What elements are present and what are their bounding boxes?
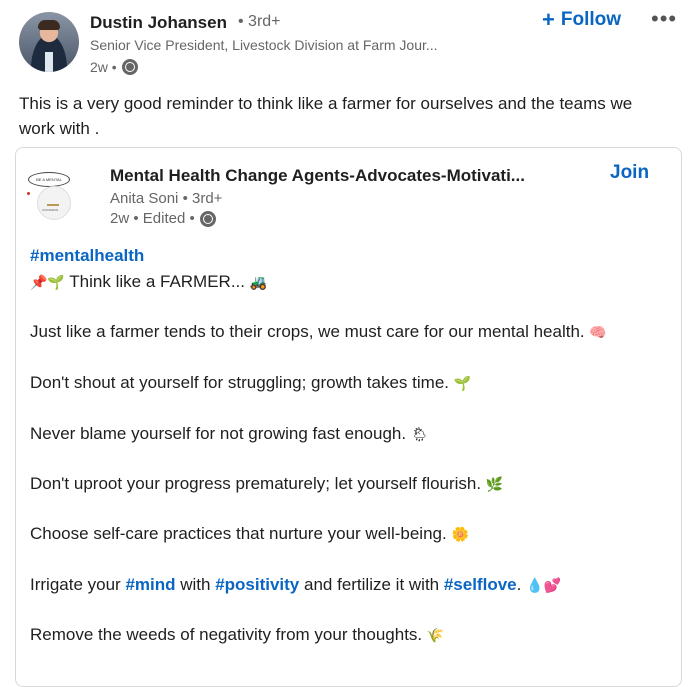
logo-speech-bubble: BE A MENTAL HEALTH bbox=[28, 172, 70, 195]
connection-degree: • 3rd+ bbox=[238, 13, 281, 30]
weather-emoji: 🌦 bbox=[410, 427, 429, 443]
hashtag-mind[interactable]: #mind bbox=[125, 575, 175, 594]
body-line-1-text: Think like a FARMER... bbox=[69, 272, 246, 291]
post-meta: 2w • bbox=[90, 59, 138, 75]
body-line-2: Just like a farmer tends to their crops,… bbox=[30, 322, 607, 342]
body-line-8-text: Remove the weeds of negativity from your… bbox=[30, 625, 423, 644]
author-headline: Senior Vice President, Livestock Divisio… bbox=[90, 37, 438, 53]
hashtag-selflove[interactable]: #selflove bbox=[444, 575, 517, 594]
avatar-hair bbox=[38, 20, 60, 30]
wheat-emoji: 🌾 bbox=[426, 628, 445, 644]
shared-meta: 2w • Edited • bbox=[110, 210, 216, 227]
body-line-7-a: Irrigate your bbox=[30, 575, 126, 594]
group-logo[interactable]: BE A MENTAL HEALTH COGNIZON bbox=[27, 172, 73, 220]
body-line-1: 📌🌱 Think like a FARMER... 🚜 bbox=[30, 272, 267, 292]
group-title[interactable]: Mental Health Change Agents-Advocates-Mo… bbox=[110, 166, 525, 186]
body-line-3: Don't shout at yourself for struggling; … bbox=[30, 373, 471, 393]
post-text: This is a very good reminder to think li… bbox=[19, 94, 633, 138]
brain-emoji: 🧠 bbox=[589, 325, 607, 341]
author-avatar[interactable] bbox=[19, 12, 79, 72]
body-line-7-b: with bbox=[175, 575, 216, 594]
follow-label: Follow bbox=[560, 9, 622, 30]
book-icon bbox=[47, 196, 59, 206]
shared-author-degree: • 3rd+ bbox=[182, 190, 223, 207]
body-line-4-text: Never blame yourself for not growing fas… bbox=[30, 424, 407, 443]
hashtag-positivity[interactable]: #positivity bbox=[215, 575, 299, 594]
shared-post-card bbox=[15, 147, 682, 687]
body-line-4: Never blame yourself for not growing fas… bbox=[30, 424, 429, 444]
body-line-7-c: and fertilize it with bbox=[299, 575, 444, 594]
body-line-6-text: Choose self-care practices that nurture … bbox=[30, 524, 447, 543]
globe-icon bbox=[121, 59, 138, 75]
avatar-shirt bbox=[45, 52, 53, 72]
shared-author: Anita Soni • 3rd+ bbox=[110, 190, 222, 207]
body-line-2-text: Just like a farmer tends to their crops,… bbox=[30, 322, 585, 341]
post-time: 2w • bbox=[90, 59, 117, 75]
body-line-8: Remove the weeds of negativity from your… bbox=[30, 625, 444, 645]
more-options-icon[interactable]: ••• bbox=[651, 6, 677, 32]
join-button[interactable]: Join bbox=[610, 162, 649, 184]
body-line-7-d: . bbox=[516, 575, 522, 594]
blossom-emoji: 🌼 bbox=[451, 527, 469, 543]
sprout-emoji: 🌱 bbox=[453, 376, 472, 392]
logo-text: COGNIZON bbox=[42, 208, 59, 212]
pin-sprout-emoji: 📌🌱 bbox=[30, 275, 65, 291]
shared-time: 2w • Edited • bbox=[110, 210, 195, 227]
author-name[interactable]: Dustin Johansen bbox=[90, 13, 227, 33]
body-line-3-text: Don't shout at yourself for struggling; … bbox=[30, 373, 449, 392]
plus-icon: + bbox=[542, 7, 555, 32]
shared-author-name[interactable]: Anita Soni bbox=[110, 190, 178, 207]
follow-button[interactable]: + Follow bbox=[542, 9, 621, 31]
body-line-5: Don't uproot your progress prematurely; … bbox=[30, 474, 503, 494]
herb-emoji: 🌿 bbox=[485, 477, 504, 493]
tractor-emoji: 🚜 bbox=[249, 275, 268, 291]
body-line-6: Choose self-care practices that nurture … bbox=[30, 524, 469, 544]
body-line-5-text: Don't uproot your progress prematurely; … bbox=[30, 474, 482, 493]
droplet-hearts-emoji: 💧💕 bbox=[526, 578, 561, 594]
logo-dot bbox=[27, 192, 30, 195]
globe-icon bbox=[199, 210, 216, 227]
body-line-7: Irrigate your #mind with #positivity and… bbox=[30, 575, 561, 595]
hashtag-mentalhealth[interactable]: #mentalhealth bbox=[30, 246, 144, 266]
